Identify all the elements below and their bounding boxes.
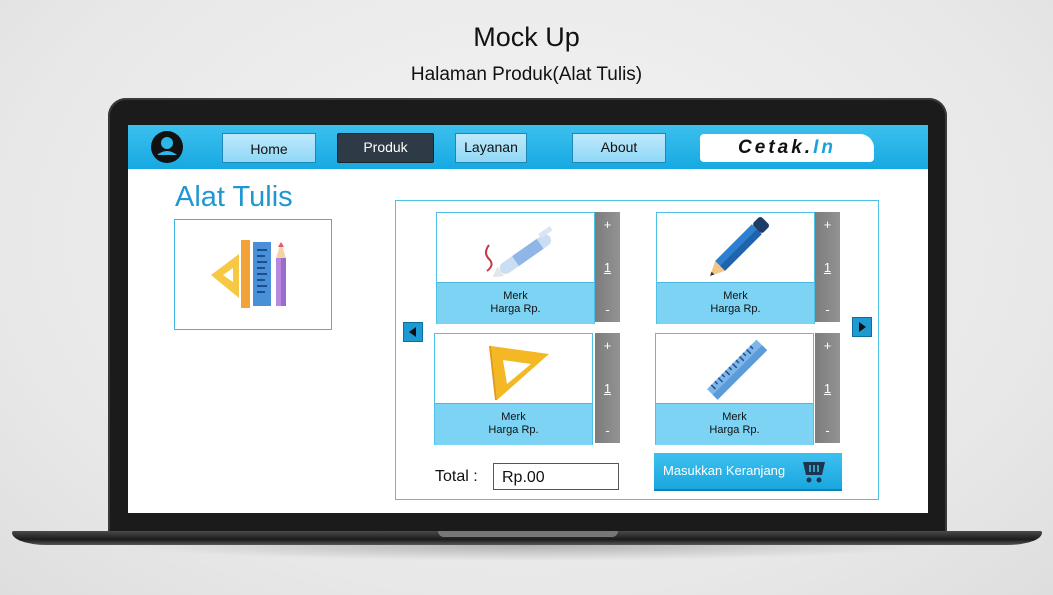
product-brand: Merk [722,411,747,423]
quantity-stepper: + 1 - [595,333,620,443]
product-price: Harga Rp. [709,424,760,436]
product-card[interactable]: Merk Harga Rp. [436,212,595,324]
prev-arrow-button[interactable] [403,322,423,342]
total-field[interactable]: Rp.00 [493,463,619,490]
increment-button[interactable]: + [595,217,620,232]
next-arrow-button[interactable] [852,317,872,337]
brand-logo[interactable]: Cetak.In [700,134,874,162]
product-info: Merk Harga Rp. [437,282,594,324]
page-subtitle: Halaman Produk(Alat Tulis) [410,64,643,85]
quantity-value: 1 [603,381,612,396]
nav-home[interactable]: Home [222,133,316,163]
total-label: Total : [435,468,478,485]
stationery-icon [211,240,286,308]
pencil-icon [710,217,769,276]
increment-button[interactable]: + [815,217,840,232]
product-card[interactable]: Merk Harga Rp. [655,333,814,445]
quantity-value: 1 [823,260,832,275]
category-title: Alat Tulis [175,181,293,213]
brand-accent: In [813,137,836,158]
quantity-stepper: + 1 - [595,212,620,322]
quantity-value: 1 [823,381,832,396]
product-price: Harga Rp. [710,303,761,315]
navbar: Home Produk Layanan About Cetak.In [128,125,928,169]
product-card[interactable]: Merk Harga Rp. [434,333,593,445]
category-image [174,219,332,330]
increment-button[interactable]: + [815,338,840,353]
page-title: Mock Up [473,22,580,52]
laptop-screen: Home Produk Layanan About Cetak.In Alat … [128,125,928,513]
decrement-button[interactable]: - [595,423,620,438]
product-price: Harga Rp. [488,424,539,436]
decrement-button[interactable]: - [595,302,620,317]
quantity-stepper: + 1 - [815,333,840,443]
nav-produk[interactable]: Produk [337,133,434,163]
nav-about[interactable]: About [572,133,666,163]
decrement-button[interactable]: - [815,302,840,317]
decrement-button[interactable]: - [815,423,840,438]
arrow-left-icon [409,327,416,337]
nav-layanan[interactable]: Layanan [455,133,527,163]
shopping-cart-icon [803,462,825,483]
laptop-shadow [120,545,935,561]
product-brand: Merk [503,290,528,302]
user-circle-icon[interactable] [150,130,184,164]
add-to-cart-button[interactable]: Masukkan Keranjang [654,453,842,491]
pen-icon [485,226,553,278]
increment-button[interactable]: + [595,338,620,353]
product-info: Merk Harga Rp. [657,282,814,324]
product-brand: Merk [501,411,526,423]
quantity-value: 1 [603,260,612,275]
ruler-icon [707,339,768,400]
arrow-right-icon [859,322,866,332]
quantity-stepper: + 1 - [815,212,840,322]
product-brand: Merk [723,290,748,302]
product-info: Merk Harga Rp. [435,403,592,445]
laptop-notch [438,531,618,537]
product-info: Merk Harga Rp. [656,403,813,445]
add-to-cart-label: Masukkan Keranjang [663,463,786,478]
product-price: Harga Rp. [490,303,541,315]
brand-main: Cetak. [738,137,814,158]
triangle-ruler-icon [489,346,549,400]
product-card[interactable]: Merk Harga Rp. [656,212,815,324]
